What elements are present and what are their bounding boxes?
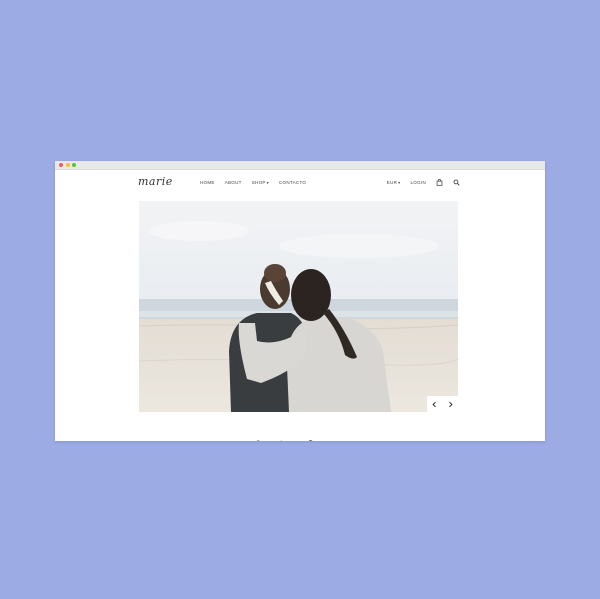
header-actions: EUR▾ LOGIN (387, 179, 460, 186)
site-logo[interactable]: marie (138, 175, 173, 188)
nav-shop-label: SHOP (251, 180, 266, 185)
search-icon[interactable] (453, 179, 460, 186)
nav-home[interactable]: HOME (200, 180, 215, 185)
chevron-down-icon: ▾ (398, 180, 401, 185)
chevron-left-icon[interactable] (431, 401, 438, 408)
close-window-button[interactable] (59, 163, 63, 167)
section-heading-script (245, 433, 355, 441)
minimize-window-button[interactable] (65, 163, 70, 167)
browser-window: marie HOME ABOUT SHOP▾ CONTACTO EUR▾ LOG… (55, 161, 545, 441)
nav-about[interactable]: ABOUT (225, 180, 242, 185)
hero-image (139, 201, 458, 412)
nav-shop[interactable]: SHOP▾ (252, 180, 269, 185)
login-link[interactable]: LOGIN (410, 180, 426, 185)
window-titlebar (55, 161, 545, 170)
slider-controls (427, 396, 458, 412)
currency-selector[interactable]: EUR▾ (387, 180, 401, 185)
main-nav: HOME ABOUT SHOP▾ CONTACTO (200, 180, 306, 185)
shopping-bag-icon[interactable] (436, 179, 443, 186)
currency-label: EUR (386, 180, 398, 185)
chevron-down-icon: ▾ (266, 180, 269, 185)
nav-contacto[interactable]: CONTACTO (279, 180, 306, 185)
chevron-right-icon[interactable] (447, 401, 454, 408)
maximize-window-button[interactable] (72, 163, 76, 167)
site-header: marie HOME ABOUT SHOP▾ CONTACTO EUR▾ LOG… (55, 170, 545, 198)
